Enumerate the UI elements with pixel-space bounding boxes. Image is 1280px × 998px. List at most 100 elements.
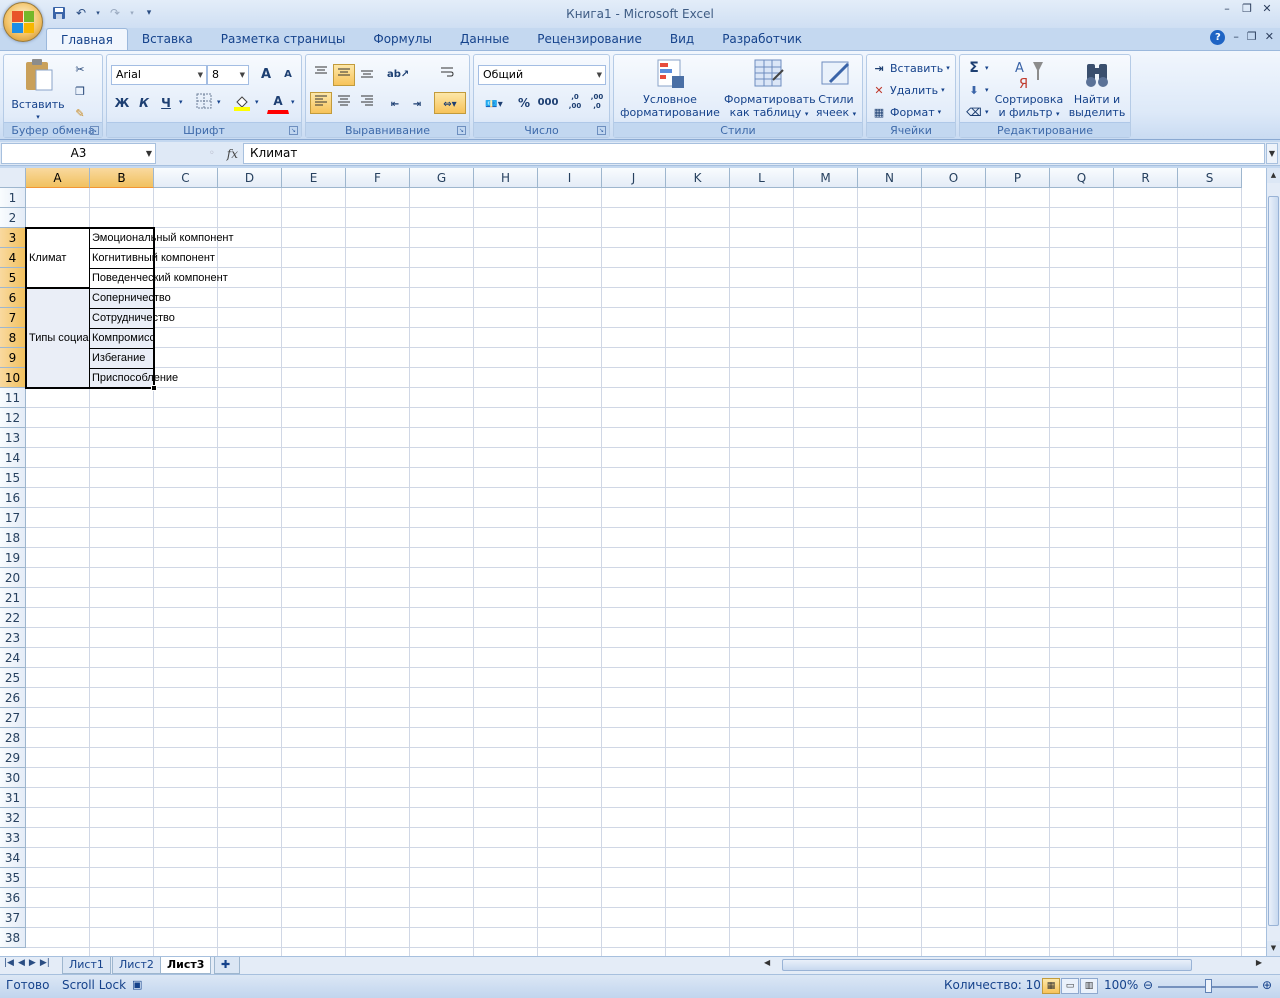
fill-color-dropdown-icon[interactable]: ▾: [255, 98, 259, 106]
column-header-d[interactable]: D: [218, 168, 282, 188]
insert-cells-button[interactable]: ⇥ Вставить ▾: [871, 58, 949, 78]
column-header-c[interactable]: C: [154, 168, 218, 188]
cut-icon[interactable]: ✂: [72, 61, 88, 77]
delete-cells-button[interactable]: ✕ Удалить ▾: [871, 80, 944, 100]
borders-dropdown-icon[interactable]: ▾: [217, 98, 221, 106]
font-launcher-icon[interactable]: ↘: [289, 126, 298, 135]
vertical-scroll-thumb[interactable]: [1268, 196, 1279, 926]
paste-button[interactable]: Вставить ▾: [10, 58, 66, 124]
align-left-button[interactable]: [310, 92, 332, 114]
close-icon[interactable]: ✕: [1260, 2, 1274, 16]
zoom-in-icon[interactable]: ⊕: [1262, 978, 1272, 992]
column-header-s[interactable]: S: [1178, 168, 1242, 188]
column-header-r[interactable]: R: [1114, 168, 1178, 188]
horizontal-scroll-thumb[interactable]: [782, 959, 1192, 971]
bold-button[interactable]: Ж: [111, 92, 133, 114]
macro-record-icon[interactable]: ▣: [132, 978, 142, 991]
scroll-right-icon[interactable]: ▶: [1256, 958, 1262, 967]
row-header-5[interactable]: 5: [0, 268, 26, 288]
row-header-10[interactable]: 10: [0, 368, 26, 388]
row-header-14[interactable]: 14: [0, 448, 26, 468]
workbook-close-icon[interactable]: ✕: [1265, 30, 1274, 45]
name-box-dropdown-icon[interactable]: ▼: [146, 144, 152, 163]
row-header-24[interactable]: 24: [0, 648, 26, 668]
tab-home[interactable]: Главная: [46, 28, 128, 50]
copy-icon[interactable]: ❐: [72, 83, 88, 99]
cell-styles-button[interactable]: Стили ячеек ▾: [814, 58, 858, 121]
next-sheet-icon[interactable]: ▶: [29, 958, 36, 968]
row-header-11[interactable]: 11: [0, 388, 26, 408]
row-header-6[interactable]: 6: [0, 288, 26, 308]
row-header-21[interactable]: 21: [0, 588, 26, 608]
fill-button[interactable]: ⬇ ▾: [966, 80, 988, 100]
underline-dropdown-icon[interactable]: ▾: [179, 98, 183, 106]
number-format-select[interactable]: Общий ▼: [478, 65, 606, 85]
font-color-dropdown-icon[interactable]: ▾: [291, 98, 295, 106]
align-middle-button[interactable]: [333, 64, 355, 86]
format-cells-button[interactable]: ▦ Формат ▾: [871, 102, 941, 122]
page-break-view-button[interactable]: ▥: [1080, 978, 1098, 994]
row-header-20[interactable]: 20: [0, 568, 26, 588]
currency-button[interactable]: 💶▾: [478, 92, 510, 114]
insert-sheet-button[interactable]: ✚: [214, 957, 240, 974]
scroll-up-icon[interactable]: ▲: [1267, 168, 1280, 183]
column-header-m[interactable]: M: [794, 168, 858, 188]
vertical-scrollbar[interactable]: ▲ ▼: [1266, 168, 1280, 956]
row-header-36[interactable]: 36: [0, 888, 26, 908]
row-header-1[interactable]: 1: [0, 188, 26, 208]
align-center-button[interactable]: [333, 92, 355, 114]
font-size-select[interactable]: 8 ▼: [207, 65, 249, 85]
font-color-button[interactable]: A: [267, 92, 289, 114]
row-header-22[interactable]: 22: [0, 608, 26, 628]
select-all-corner[interactable]: [0, 168, 26, 188]
normal-view-button[interactable]: ▦: [1042, 978, 1060, 994]
horizontal-scrollbar[interactable]: ◀ ▶: [760, 958, 1266, 973]
format-painter-icon[interactable]: ✎: [72, 105, 88, 121]
column-header-l[interactable]: L: [730, 168, 794, 188]
column-header-a[interactable]: A: [26, 168, 90, 188]
row-header-29[interactable]: 29: [0, 748, 26, 768]
percent-button[interactable]: %: [513, 92, 535, 114]
office-button[interactable]: [3, 2, 43, 42]
scroll-left-icon[interactable]: ◀: [764, 958, 770, 967]
fill-color-button[interactable]: [231, 92, 253, 114]
column-header-n[interactable]: N: [858, 168, 922, 188]
font-name-select[interactable]: Arial ▼: [111, 65, 207, 85]
row-header-28[interactable]: 28: [0, 728, 26, 748]
row-header-30[interactable]: 30: [0, 768, 26, 788]
row-header-13[interactable]: 13: [0, 428, 26, 448]
row-header-34[interactable]: 34: [0, 848, 26, 868]
tab-formulas[interactable]: Формулы: [359, 28, 446, 50]
number-launcher-icon[interactable]: ↘: [597, 126, 606, 135]
align-bottom-button[interactable]: [356, 64, 378, 86]
column-header-b[interactable]: B: [90, 168, 154, 188]
minimize-icon[interactable]: –: [1220, 2, 1234, 16]
first-sheet-icon[interactable]: |◀: [4, 958, 14, 968]
zoom-level[interactable]: 100%: [1104, 978, 1138, 992]
column-header-i[interactable]: I: [538, 168, 602, 188]
increase-decimal-button[interactable]: ,0 ,00: [564, 92, 586, 114]
sheet-tab-3[interactable]: Лист3: [160, 957, 212, 974]
row-header-38[interactable]: 38: [0, 928, 26, 948]
tab-developer[interactable]: Разработчик: [708, 28, 816, 50]
align-right-button[interactable]: [356, 92, 378, 114]
shrink-font-button[interactable]: A: [277, 64, 299, 86]
prev-sheet-icon[interactable]: ◀: [18, 958, 25, 968]
page-layout-view-button[interactable]: ▭: [1061, 978, 1079, 994]
row-header-32[interactable]: 32: [0, 808, 26, 828]
cell-area[interactable]: Климат Типы социа Эмоциональный компонен…: [25, 188, 1266, 956]
align-top-button[interactable]: [310, 64, 332, 86]
last-sheet-icon[interactable]: ▶|: [40, 958, 50, 968]
tab-insert[interactable]: Вставка: [128, 28, 207, 50]
workbook-minimize-icon[interactable]: –: [1233, 30, 1239, 45]
tab-page-layout[interactable]: Разметка страницы: [207, 28, 360, 50]
row-header-18[interactable]: 18: [0, 528, 26, 548]
merge-center-button[interactable]: ⇔▾: [434, 92, 466, 114]
row-header-19[interactable]: 19: [0, 548, 26, 568]
decrease-indent-button[interactable]: ⇤: [384, 92, 406, 114]
row-header-7[interactable]: 7: [0, 308, 26, 328]
help-icon[interactable]: ?: [1210, 30, 1226, 45]
clear-button[interactable]: ⌫ ▾: [966, 102, 988, 122]
row-header-2[interactable]: 2: [0, 208, 26, 228]
row-header-15[interactable]: 15: [0, 468, 26, 488]
